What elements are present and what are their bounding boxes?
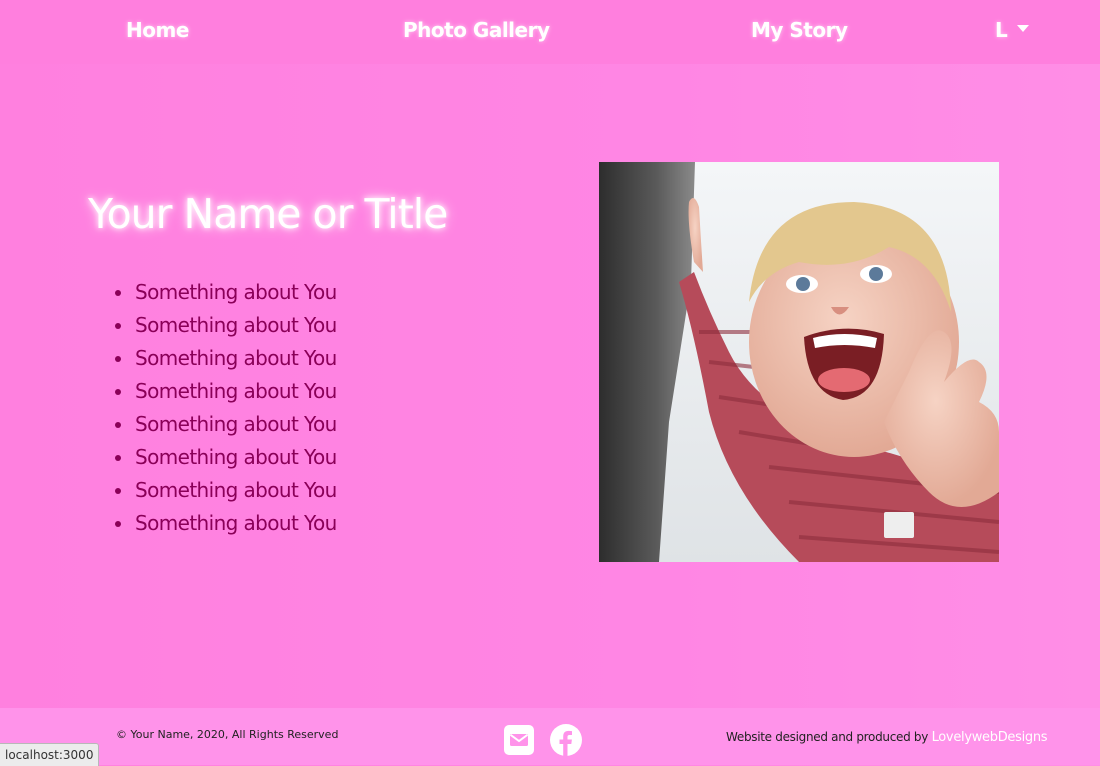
bullet-icon [115,356,121,362]
list-item: Something about You [115,507,337,540]
credit-text: Website designed and produced by Lovelyw… [726,730,1048,745]
list-item-text: Something about You [135,313,337,337]
page-title: Your Name or Title [88,190,448,238]
list-item-text: Something about You [135,379,337,403]
list-item-text: Something about You [135,445,337,469]
child-photo-illustration [599,162,999,562]
bullet-icon [115,422,121,428]
bullet-icon [115,488,121,494]
nav-user-dropdown[interactable]: L [995,18,1030,42]
nav-dropdown-label: L [995,18,1008,42]
list-item: Something about You [115,276,337,309]
nav-photo-gallery-link[interactable]: Photo Gallery [403,18,550,42]
bullet-icon [115,290,121,296]
list-item-text: Something about You [135,346,337,370]
copyright-text: © Your Name, 2020, All Rights Reserved [116,728,339,741]
about-list: Something about You Something about You … [115,276,337,540]
list-item: Something about You [115,375,337,408]
bullet-icon [115,323,121,329]
list-item: Something about You [115,474,337,507]
list-item: Something about You [115,408,337,441]
bullet-icon [115,521,121,527]
caret-down-icon [1017,24,1030,32]
list-item-text: Something about You [135,478,337,502]
list-item-text: Something about You [135,280,337,304]
list-item-text: Something about You [135,412,337,436]
nav-home-link[interactable]: Home [126,18,189,42]
list-item-text: Something about You [135,511,337,535]
status-bar-url: localhost:3000 [0,743,100,766]
list-item: Something about You [115,309,337,342]
credit-label: Website designed and produced by [726,730,929,744]
nav-my-story-link[interactable]: My Story [751,18,848,42]
envelope-icon[interactable] [504,725,534,755]
profile-photo [599,162,999,562]
bullet-icon [115,455,121,461]
designer-link[interactable]: LovelywebDesigns [932,730,1048,745]
list-item: Something about You [115,342,337,375]
list-item: Something about You [115,441,337,474]
top-navbar: Home Photo Gallery My Story L [0,0,1100,64]
bullet-icon [115,389,121,395]
footer: © Your Name, 2020, All Rights Reserved W… [0,708,1100,765]
facebook-icon[interactable] [550,724,582,756]
